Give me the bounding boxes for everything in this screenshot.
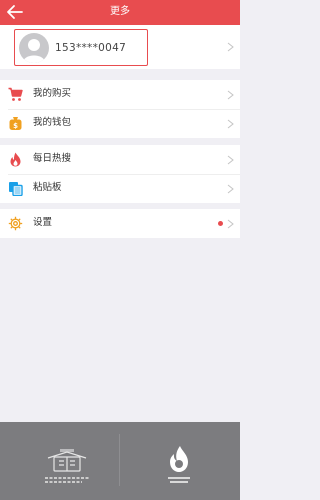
cart-icon: [8, 87, 23, 101]
page-title: 更多: [110, 6, 130, 17]
footer-brand-bar: [0, 422, 240, 500]
gear-icon: [8, 216, 23, 231]
menu-item-label: 我的钱包: [33, 117, 72, 128]
clipboard-icon: [9, 182, 23, 196]
menu-item-label: 每日热搜: [33, 153, 72, 164]
menu-item-my-wallet[interactable]: $ 我的钱包: [0, 109, 240, 138]
notification-dot: [218, 221, 223, 226]
menu-item-my-purchases[interactable]: 我的购买: [0, 80, 240, 109]
menu-item-clipboard[interactable]: 粘贴板: [0, 174, 240, 203]
chevron-right-icon: [227, 219, 234, 229]
avatar: [19, 33, 49, 63]
chevron-right-icon: [227, 90, 234, 100]
menu-group-purchases: 我的购买 $ 我的钱包: [0, 80, 240, 138]
menu-item-label: 粘贴板: [33, 182, 62, 193]
account-row[interactable]: 153****0047: [0, 25, 240, 69]
menu-group-settings: 设置: [0, 209, 240, 238]
menu-item-label: 设置: [33, 217, 53, 228]
chevron-right-icon: [227, 184, 234, 194]
menu-item-settings[interactable]: 设置: [0, 209, 240, 238]
menu-group-tools: 每日热搜 粘贴板: [0, 145, 240, 203]
wallet-icon: $: [9, 117, 22, 130]
user-silhouette-icon: [23, 39, 45, 63]
footer-divider: [119, 434, 120, 486]
chevron-right-icon: [227, 155, 234, 165]
menu-item-label: 我的购买: [33, 88, 72, 99]
account-highlight-box[interactable]: 153****0047: [14, 29, 148, 66]
fire-icon: [10, 152, 21, 167]
publisher-logo: [45, 449, 89, 483]
app-logo: [168, 446, 190, 483]
chevron-right-icon: [227, 42, 234, 52]
header-bar: 更多: [0, 0, 240, 25]
svg-text:$: $: [13, 122, 18, 130]
chevron-right-icon: [227, 119, 234, 129]
menu-item-daily-hot-search[interactable]: 每日热搜: [0, 145, 240, 174]
account-phone: 153****0047: [55, 42, 127, 54]
